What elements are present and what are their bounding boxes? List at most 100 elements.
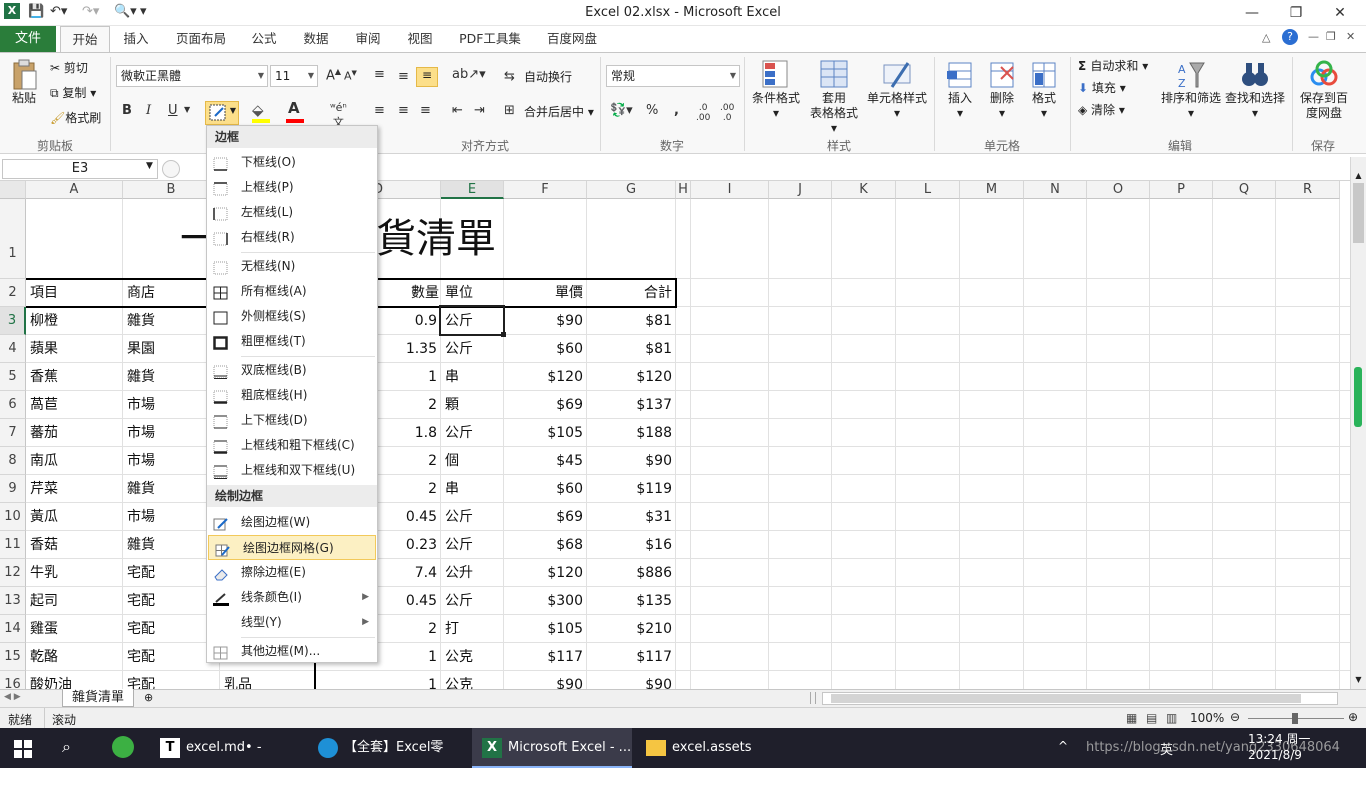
tab-insert[interactable]: 插入 [114,26,158,52]
menu-item-thick-box-border[interactable]: 粗匣框线(T) [207,329,377,354]
column-header[interactable]: F [504,181,587,199]
row-header[interactable]: 1 [0,199,26,279]
cell-price[interactable]: $120 [507,559,583,587]
minimize-button[interactable]: — [1230,0,1274,26]
cell-price[interactable]: $68 [507,531,583,559]
cell-price[interactable]: $60 [507,335,583,363]
fill-handle[interactable] [501,332,506,337]
select-all-corner[interactable] [0,181,26,199]
menu-item-thick-bottom-border[interactable]: 粗底框线(H) [207,383,377,408]
tab-home[interactable]: 开始 [60,26,110,53]
menu-item-more-borders[interactable]: 其他边框(M)... [207,639,377,664]
taskbar-app-folder[interactable]: excel.assets [636,728,776,768]
zoom-out-icon[interactable]: ⊖ [1230,710,1240,724]
wrap-icon[interactable]: ⇆ [504,69,515,84]
align-right-icon[interactable]: ≡ [420,103,431,118]
merge-icon[interactable]: ⊞ [504,103,515,118]
tray-chevron-icon[interactable]: ^ [1058,739,1068,753]
row-header[interactable]: 8 [0,447,26,475]
help-icon[interactable]: ? [1282,29,1298,45]
search-icon[interactable]: ⌕ [62,737,71,757]
column-header[interactable]: R [1276,181,1340,199]
cell-store[interactable]: 宅配 [127,559,155,587]
column-header[interactable]: A [26,181,123,199]
cell-store[interactable]: 宅配 [127,643,155,671]
column-header[interactable]: I [691,181,769,199]
grow-font-icon[interactable]: A▲ [326,67,341,83]
cell-item[interactable]: 蘋果 [30,335,58,363]
cell-unit[interactable]: 個 [445,447,459,475]
menu-item-left-border[interactable]: 左框线(L) [207,200,377,225]
row-header[interactable]: 16 [0,671,26,689]
taskbar-app-typora[interactable]: Texcel.md• - Typora [150,728,300,795]
menu-item-top-thick-bottom-border[interactable]: 上框线和粗下框线(C) [207,433,377,458]
cell-unit[interactable]: 顆 [445,391,459,419]
horizontal-scrollbar[interactable] [822,692,1338,705]
column-header[interactable]: M [960,181,1024,199]
menu-item-no-border[interactable]: 无框线(N) [207,254,377,279]
zoom-slider-thumb[interactable] [1292,713,1298,724]
cell-unit[interactable]: 串 [445,363,459,391]
column-header[interactable]: O [1087,181,1150,199]
close-button[interactable]: ✕ [1318,0,1362,26]
tab-split-handle[interactable] [810,692,816,704]
shrink-font-icon[interactable]: A▼ [344,69,357,83]
fill-button[interactable]: ⬇ 填充 ▾ [1078,81,1126,96]
autosum-button[interactable]: Σ 自动求和 ▾ [1078,59,1148,74]
cell-item[interactable]: 酸奶油 [30,671,72,689]
cell-store[interactable]: 市場 [127,391,155,419]
menu-item-outside-borders[interactable]: 外侧框线(S) [207,304,377,329]
fill-color-icon[interactable]: ⬙ [252,101,264,119]
zoom-in-icon[interactable]: ⊕ [1348,710,1358,724]
cell-price[interactable]: $117 [507,643,583,671]
spreadsheet-grid[interactable]: ABCDEFGHIJKLMNOPQR 123456789101112131415… [0,181,1350,689]
column-header[interactable]: E [441,181,504,199]
view-page-break-icon[interactable]: ▥ [1166,711,1177,725]
increase-decimal-icon[interactable]: .0.00 [696,103,710,123]
column-header[interactable]: G [587,181,676,199]
cell-total[interactable]: $16 [596,531,672,559]
tab-pdf-tools[interactable]: PDF工具集 [452,26,528,52]
save-to-baidu-button[interactable]: 保存到百 度网盘 [1296,59,1352,121]
cell-unit[interactable]: 打 [445,615,459,643]
row-header[interactable]: 10 [0,503,26,531]
cell-unit[interactable]: 公斤 [445,503,473,531]
zoom-level[interactable]: 100% [1190,711,1224,725]
currency-icon[interactable]: 💱▾ [610,103,633,118]
cell-item[interactable]: 香菇 [30,531,58,559]
cell-price[interactable]: $69 [507,391,583,419]
sort-filter-button[interactable]: AZ 排序和筛选 ▾ [1160,59,1222,121]
row-header[interactable]: 14 [0,615,26,643]
taskbar-app-excel[interactable]: X Microsoft Excel - ... [472,728,632,768]
conditional-format-button[interactable]: 条件格式 ▾ [748,59,804,121]
row-header[interactable]: 13 [0,587,26,615]
cell-unit[interactable]: 公克 [445,643,473,671]
view-page-layout-icon[interactable]: ▤ [1146,711,1157,725]
cell-price[interactable]: $90 [507,307,583,335]
cell-unit[interactable]: 公升 [445,559,473,587]
cell-item[interactable]: 柳橙 [30,307,58,335]
cell-store[interactable]: 市場 [127,503,155,531]
font-size-select[interactable]: 11 ▼ [270,65,318,87]
menu-item-line-style[interactable]: 线型(Y) ▶ [207,610,377,635]
italic-button[interactable]: I [146,103,151,118]
row-header[interactable]: 2 [0,279,26,307]
bold-button[interactable]: B [122,103,132,118]
menu-item-draw-border[interactable]: 绘图边框(W) [207,510,377,535]
column-header[interactable]: J [769,181,832,199]
cell-unit[interactable]: 公斤 [445,531,473,559]
delete-cells-button[interactable]: 删除 ▾ [982,59,1022,121]
cell-store[interactable]: 雜貨 [127,363,155,391]
merge-center-button[interactable]: 合并后居中 ▾ [524,105,594,120]
cell-total[interactable]: $188 [596,419,672,447]
cell-total[interactable]: $117 [596,643,672,671]
cell-store[interactable]: 宅配 [127,615,155,643]
cut-button[interactable]: ✂ 剪切 [50,61,88,76]
borders-button[interactable]: ▼ [205,101,239,125]
cell-item[interactable]: 南瓜 [30,447,58,475]
cell-total[interactable]: $120 [596,363,672,391]
app-green-icon[interactable] [112,736,134,758]
align-middle-icon[interactable]: ≡ [398,69,409,84]
sheet-nav-icon[interactable]: ◀ ▶ [4,692,21,702]
view-normal-icon[interactable]: ▦ [1126,711,1137,725]
